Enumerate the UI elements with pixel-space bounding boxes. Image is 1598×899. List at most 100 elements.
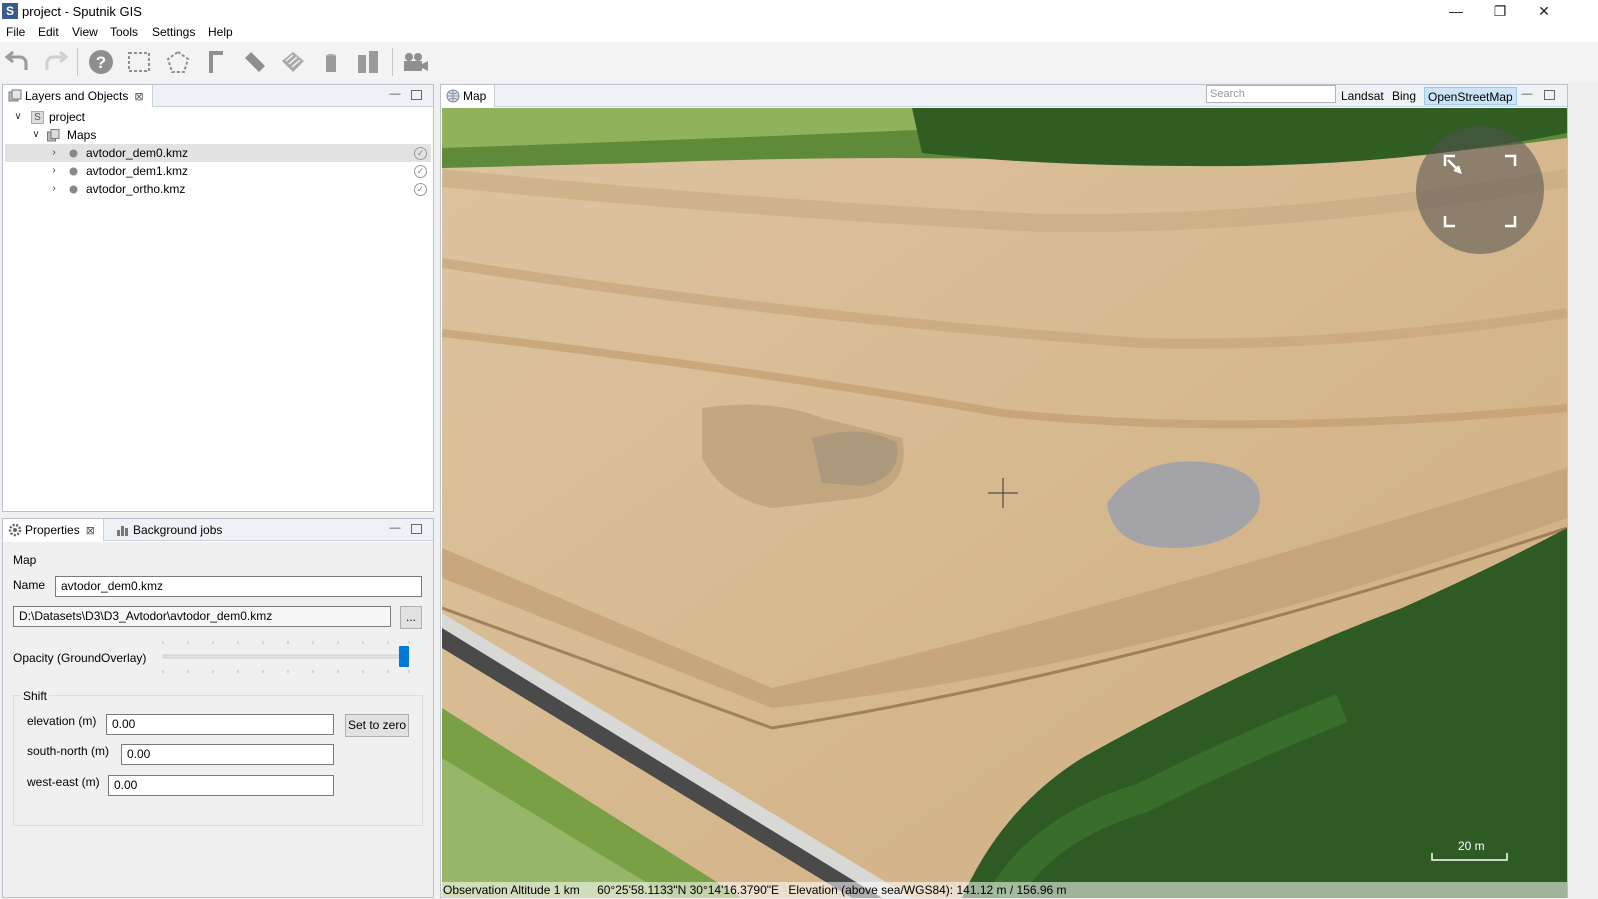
menu-edit[interactable]: Edit xyxy=(38,25,59,39)
tree-row-project[interactable]: ∨ S project xyxy=(5,108,431,126)
map-tabbar: Map Search Landsat Bing OpenStreetMap — xyxy=(441,85,1567,107)
project-icon: S xyxy=(31,111,44,124)
tree-row-layer[interactable]: › avtodor_ortho.kmz ✓ xyxy=(5,180,431,198)
volume-icon[interactable] xyxy=(354,47,384,77)
help-icon[interactable]: ? xyxy=(86,47,116,77)
collapse-arrow-icon[interactable]: ∨ xyxy=(13,108,23,126)
tab-layers-label: Layers and Objects xyxy=(25,89,129,103)
opacity-slider-track xyxy=(162,641,410,673)
toolbar: ? xyxy=(0,42,1598,82)
ruler-tool-icon[interactable] xyxy=(200,47,230,77)
menu-help[interactable]: Help xyxy=(208,25,233,39)
basemap-openstreetmap[interactable]: OpenStreetMap xyxy=(1424,87,1517,105)
tab-layers-and-objects[interactable]: Layers and Objects ⊠ xyxy=(3,85,153,107)
tree-row-layer[interactable]: › avtodor_dem0.kmz ✓ xyxy=(5,144,431,162)
select-polygon-icon[interactable] xyxy=(163,47,193,77)
cursor-coordinates: 60°25'58.1133"N 30°14'16.3790"E xyxy=(597,883,780,897)
visibility-check-icon[interactable]: ✓ xyxy=(414,183,427,196)
browse-button[interactable]: ... xyxy=(400,606,422,629)
map-panel: Map Search Landsat Bing OpenStreetMap — xyxy=(440,84,1568,898)
undo-icon[interactable] xyxy=(3,47,33,77)
select-rect-icon[interactable] xyxy=(124,47,154,77)
tab-properties-label: Properties xyxy=(25,523,80,537)
shift-label: Shift xyxy=(21,689,50,703)
svg-text:?: ? xyxy=(96,53,106,72)
globe-icon xyxy=(446,89,460,103)
tree-row-layer[interactable]: › avtodor_dem1.kmz ✓ xyxy=(5,162,431,180)
tab-properties[interactable]: Properties ⊠ xyxy=(3,519,104,541)
expand-arrow-icon[interactable]: › xyxy=(49,180,59,198)
minimize-panel-icon[interactable]: — xyxy=(388,88,402,102)
visibility-check-icon[interactable]: ✓ xyxy=(414,147,427,160)
tree-label-layer: avtodor_dem1.kmz xyxy=(86,164,189,178)
camera-icon[interactable] xyxy=(400,47,430,77)
close-button[interactable]: ✕ xyxy=(1522,0,1566,22)
menu-view[interactable]: View xyxy=(72,25,98,39)
collapse-arrow-icon[interactable]: ∨ xyxy=(31,126,41,144)
tree-label-maps: Maps xyxy=(67,128,97,142)
tab-map[interactable]: Map xyxy=(441,85,496,107)
minimize-button[interactable]: — xyxy=(1434,0,1478,22)
west-east-field[interactable]: 0.00 xyxy=(108,775,334,796)
maximize-panel-icon[interactable] xyxy=(1544,90,1555,100)
restore-button[interactable]: ❐ xyxy=(1478,0,1522,22)
visibility-check-icon[interactable]: ✓ xyxy=(414,165,427,178)
menu-bar: File Edit View Tools Settings Help xyxy=(0,22,1598,42)
set-to-zero-button[interactable]: Set to zero xyxy=(345,714,409,737)
measure-line-icon[interactable] xyxy=(240,47,270,77)
map-canvas[interactable]: 20 m Observation Altitude 1 km 60°25'58.… xyxy=(442,108,1567,898)
path-field[interactable]: D:\Datasets\D3\D3_Avtodor\avtodor_dem0.k… xyxy=(13,606,391,627)
elevation-readout: Elevation (above sea/WGS84): 141.12 m / … xyxy=(788,883,1067,897)
opacity-slider[interactable] xyxy=(161,637,413,677)
minimize-panel-icon[interactable]: — xyxy=(388,522,402,536)
layers-icon xyxy=(8,89,22,102)
properties-panel: Properties ⊠ Background jobs — Map Name a… xyxy=(2,518,434,898)
tab-background-jobs[interactable]: Background jobs xyxy=(111,519,230,541)
layer-globe-icon xyxy=(69,149,78,158)
opacity-slider-thumb[interactable] xyxy=(399,646,409,667)
toolbar-separator xyxy=(392,48,393,76)
window-title: project - Sputnik GIS xyxy=(22,4,142,19)
maximize-panel-icon[interactable] xyxy=(411,524,422,534)
layer-globe-icon xyxy=(69,167,78,176)
gear-icon xyxy=(8,523,22,537)
basemap-bing[interactable]: Bing xyxy=(1389,87,1419,105)
section-title: Map xyxy=(13,553,37,567)
aerial-imagery xyxy=(442,108,1567,898)
name-label: Name xyxy=(13,578,46,592)
map-search-input[interactable]: Search xyxy=(1206,85,1336,103)
redo-icon[interactable] xyxy=(40,47,70,77)
maximize-panel-icon[interactable] xyxy=(411,90,422,100)
scale-label: 20 m xyxy=(1458,839,1485,853)
toolbar-separator xyxy=(77,48,78,76)
west-east-label: west-east (m) xyxy=(27,775,100,789)
tree-label-layer: avtodor_dem0.kmz xyxy=(86,146,189,160)
tree-row-maps[interactable]: ∨ Maps xyxy=(5,126,431,144)
menu-settings[interactable]: Settings xyxy=(152,25,195,39)
area-measure-icon[interactable] xyxy=(278,47,308,77)
expand-arrow-icon[interactable]: › xyxy=(49,162,59,180)
expand-arrow-icon[interactable]: › xyxy=(49,144,59,162)
basemap-landsat[interactable]: Landsat xyxy=(1338,87,1387,105)
layers-panel: Layers and Objects ⊠ — ∨ S project ∨ Maps… xyxy=(2,84,434,512)
title-bar: S project - Sputnik GIS — ❐ ✕ xyxy=(0,0,1598,22)
menu-file[interactable]: File xyxy=(6,25,25,39)
tab-close-icon[interactable]: ⊠ xyxy=(134,91,143,103)
tab-close-icon[interactable]: ⊠ xyxy=(86,525,95,537)
south-north-label: south-north (m) xyxy=(27,744,110,758)
south-north-field[interactable]: 0.00 xyxy=(121,744,334,765)
name-field[interactable]: avtodor_dem0.kmz xyxy=(55,576,422,597)
tab-map-label: Map xyxy=(463,89,487,103)
elevation-label: elevation (m) xyxy=(27,714,97,728)
bar-chart-icon xyxy=(117,526,128,536)
properties-body: Map Name avtodor_dem0.kmz D:\Datasets\D3… xyxy=(3,542,433,897)
maps-group-icon xyxy=(47,129,60,142)
minimize-panel-icon[interactable]: — xyxy=(1520,88,1534,102)
cylinder-icon[interactable] xyxy=(316,47,346,77)
app-icon: S xyxy=(2,3,18,19)
layer-globe-icon xyxy=(69,185,78,194)
layers-tabbar: Layers and Objects ⊠ — xyxy=(3,85,433,107)
elevation-field[interactable]: 0.00 xyxy=(106,714,334,735)
tree-label-project: project xyxy=(49,110,86,124)
menu-tools[interactable]: Tools xyxy=(110,25,138,39)
